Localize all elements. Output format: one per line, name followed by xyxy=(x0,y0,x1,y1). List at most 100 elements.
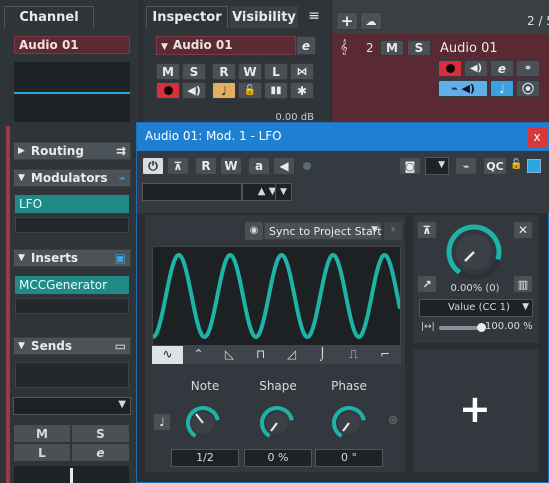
inspector-s-button[interactable]: S xyxy=(182,63,206,80)
folder-cloud-icon[interactable]: ☁ xyxy=(360,12,382,30)
pulse-icon[interactable]: ⎍ xyxy=(338,346,369,364)
snapshot-dropdown[interactable]: ▼ xyxy=(425,157,449,175)
add-modulator-slot[interactable]: + xyxy=(413,349,538,472)
close-button[interactable]: x xyxy=(527,128,547,148)
edit-e-button[interactable]: e xyxy=(296,36,316,55)
lfo-title-bar[interactable]: Audio 01: Mod. 1 - LFO x xyxy=(137,123,549,151)
inspector-track-header[interactable]: ▼ Audio 01 xyxy=(156,36,296,55)
tab-visibility[interactable]: Visibility xyxy=(230,6,298,28)
track-automation-icon[interactable]: ⌁ ◀) xyxy=(438,80,488,97)
inspector-w-button[interactable]: W xyxy=(238,63,262,80)
preset-icon[interactable]: ⊼ xyxy=(167,157,189,175)
track-edit-icon[interactable]: e xyxy=(490,60,514,77)
track-mute-button[interactable]: M xyxy=(380,40,404,56)
project-track-name[interactable]: Audio 01 xyxy=(440,41,498,56)
qc-button[interactable]: QC xyxy=(483,157,507,175)
square-icon[interactable]: ⊓ xyxy=(245,346,276,364)
track-record-button[interactable] xyxy=(438,60,462,77)
output-knob[interactable] xyxy=(445,223,503,281)
depth-value-text[interactable]: 100.00 % xyxy=(485,321,535,332)
sends-slot[interactable] xyxy=(15,362,129,388)
sync-lightning-icon[interactable]: ⚡ xyxy=(384,222,402,240)
insert-plugin-icon: ▣ xyxy=(114,251,126,265)
phase-reset-icon[interactable]: ⊛ xyxy=(384,413,402,431)
step-icon[interactable]: ⌐ xyxy=(369,346,401,364)
triangle-icon[interactable]: ⌃ xyxy=(183,346,214,364)
inspector-r-button[interactable]: R xyxy=(212,63,236,80)
note-timebase-icon[interactable]: ♩ xyxy=(153,413,171,431)
monitor-speaker-icon[interactable]: ◀) xyxy=(182,82,206,99)
output-curve-icon[interactable]: ↗ xyxy=(417,275,437,293)
arrow-left-icon[interactable]: ◀ xyxy=(273,157,295,175)
link-icon[interactable]: ⋈ xyxy=(290,63,314,80)
lock-icon[interactable]: 🔓 xyxy=(238,82,262,99)
inspector-track-name: Audio 01 xyxy=(172,38,233,52)
preset-dropdown-chevron-icon[interactable]: ▼ xyxy=(275,183,292,201)
section-sends[interactable]: ▼ Sends ▭ xyxy=(13,337,131,355)
lfo-a-button[interactable]: a xyxy=(248,157,270,175)
output-piano-icon[interactable]: ▥ xyxy=(513,275,533,293)
section-routing[interactable]: ▶ Routing ⇉ xyxy=(13,142,131,160)
sine-wave-line xyxy=(153,252,400,340)
channel-fader-area[interactable] xyxy=(14,466,129,483)
bars-icon[interactable]: ▮▮ xyxy=(264,82,288,99)
record-enable-button[interactable] xyxy=(156,82,180,99)
add-track-button[interactable]: + xyxy=(336,12,358,30)
inspector-menu-icon[interactable]: ≡ xyxy=(304,8,324,26)
waveform-display[interactable] xyxy=(152,246,401,346)
output-target-chevron-icon: ▼ xyxy=(522,302,529,312)
mini-button-s[interactable]: S xyxy=(72,425,129,442)
insert-slot-mccgenerator[interactable]: MCCGenerator xyxy=(15,276,129,294)
sine-icon[interactable]: ∿ xyxy=(152,346,183,364)
qc-lock-icon[interactable]: 🔓 xyxy=(510,159,522,170)
power-button[interactable]: ⏻ xyxy=(142,157,164,175)
track-bars-icon[interactable]: ⦿ xyxy=(516,80,540,97)
lfo-window-title: Audio 01: Mod. 1 - LFO xyxy=(145,129,282,143)
track-monitor-icon[interactable]: ◀) xyxy=(464,60,488,77)
modulators-label: Modulators xyxy=(30,171,108,185)
saw-down-icon[interactable]: ◺ xyxy=(214,346,245,364)
output-target-label: Value (CC 1) xyxy=(448,302,510,313)
output-target-dropdown[interactable]: Value (CC 1) ▼ xyxy=(419,299,533,317)
mini-button-l[interactable]: L xyxy=(14,444,70,461)
asterisk-icon[interactable]: ✱ xyxy=(290,82,314,99)
shape-knob[interactable] xyxy=(259,405,295,441)
sync-radio-icon[interactable]: ◉ xyxy=(245,222,263,240)
note-value-field[interactable]: 1/2 xyxy=(171,449,239,467)
section-modulators[interactable]: ▼ Modulators ⌁ xyxy=(13,169,131,187)
output-preset-icon[interactable]: ⊼ xyxy=(417,221,437,239)
inspector-l-button[interactable]: L xyxy=(264,63,288,80)
track-timebase-icon[interactable]: ♩ xyxy=(490,80,514,97)
tab-inspector[interactable]: Inspector xyxy=(146,6,228,28)
lfo-wave-button[interactable]: ⌁ xyxy=(455,157,477,175)
preset-field[interactable] xyxy=(142,183,242,201)
note-knob[interactable] xyxy=(185,405,221,441)
channel-track-name[interactable]: Audio 01 xyxy=(14,36,130,54)
phase-value-field[interactable]: 0 ° xyxy=(315,449,383,467)
lfo-write-button[interactable]: W xyxy=(220,157,242,175)
lfo-read-button[interactable]: R xyxy=(195,157,217,175)
note-knob-label: Note xyxy=(190,379,220,393)
saw-up-icon[interactable]: ◿ xyxy=(276,346,307,364)
exp-curve-icon[interactable]: ⌡ xyxy=(307,346,338,364)
sync-dropdown[interactable]: Sync to Project Start ▼ xyxy=(264,222,382,240)
mini-button-e[interactable]: e xyxy=(72,444,129,461)
shape-value-field[interactable]: 0 % xyxy=(244,449,312,467)
track-solo-button[interactable]: S xyxy=(407,40,431,56)
channel-meter xyxy=(14,62,130,122)
camera-icon[interactable]: ◙ xyxy=(399,157,421,175)
inspector-m-button[interactable]: M xyxy=(156,63,180,80)
phase-knob[interactable] xyxy=(331,405,367,441)
modulator-slot-lfo[interactable]: LFO xyxy=(15,195,129,213)
depth-slider[interactable] xyxy=(439,323,486,332)
section-inserts[interactable]: ▼ Inserts ▣ xyxy=(13,249,131,267)
timebase-note-icon[interactable]: ♩ xyxy=(212,82,236,99)
modulator-slot-empty[interactable] xyxy=(15,217,129,233)
qc-color-swatch[interactable] xyxy=(527,159,541,173)
track-link-icon[interactable]: ⚭ xyxy=(516,60,540,77)
output-close-icon[interactable]: ✕ xyxy=(513,221,533,239)
insert-slot-empty[interactable] xyxy=(15,298,129,314)
mini-button-m[interactable]: M xyxy=(14,425,70,442)
sends-dropdown[interactable]: ▼ xyxy=(13,397,131,415)
tab-channel[interactable]: Channel xyxy=(4,6,94,28)
